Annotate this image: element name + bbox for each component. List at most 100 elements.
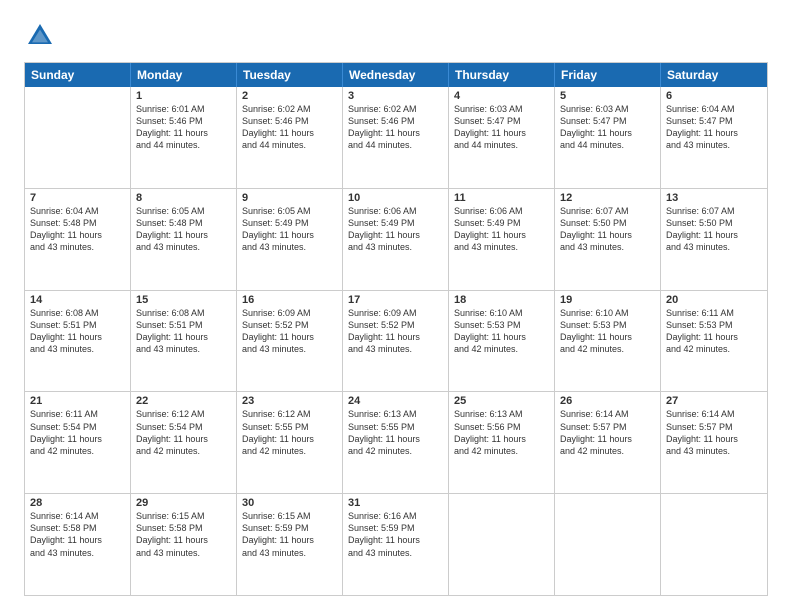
cell-info-line: and 43 minutes. [30,547,125,559]
cell-info-line: and 43 minutes. [348,241,443,253]
cell-info-line: Sunset: 5:54 PM [30,421,125,433]
cal-cell-4-4: 24Sunrise: 6:13 AMSunset: 5:55 PMDayligh… [343,392,449,493]
cell-info-line: Sunrise: 6:06 AM [348,205,443,217]
cal-cell-4-6: 26Sunrise: 6:14 AMSunset: 5:57 PMDayligh… [555,392,661,493]
cal-cell-4-7: 27Sunrise: 6:14 AMSunset: 5:57 PMDayligh… [661,392,767,493]
cell-info-line: Sunrise: 6:05 AM [242,205,337,217]
day-number: 21 [30,395,125,407]
cal-cell-5-5 [449,494,555,595]
cell-info-line: Sunset: 5:51 PM [136,319,231,331]
calendar-header-row: SundayMondayTuesdayWednesdayThursdayFrid… [25,63,767,87]
cell-info-line: Sunrise: 6:02 AM [348,103,443,115]
cell-info-line: Daylight: 11 hours [348,229,443,241]
cal-week-2: 7Sunrise: 6:04 AMSunset: 5:48 PMDaylight… [25,188,767,290]
cell-info-line: and 43 minutes. [666,445,762,457]
cell-info-line: Sunset: 5:54 PM [136,421,231,433]
cell-info-line: Daylight: 11 hours [136,433,231,445]
cell-info-line: Sunrise: 6:02 AM [242,103,337,115]
page: SundayMondayTuesdayWednesdayThursdayFrid… [0,0,792,612]
cell-info-line: Daylight: 11 hours [560,127,655,139]
cal-cell-5-6 [555,494,661,595]
cell-info-line: Sunset: 5:58 PM [136,522,231,534]
cell-info-line: Sunset: 5:48 PM [30,217,125,229]
cell-info-line: Sunset: 5:52 PM [348,319,443,331]
cal-header-friday: Friday [555,63,661,87]
day-number: 20 [666,294,762,306]
cell-info-line: Sunrise: 6:13 AM [454,408,549,420]
cal-cell-2-5: 11Sunrise: 6:06 AMSunset: 5:49 PMDayligh… [449,189,555,290]
cell-info-line: Daylight: 11 hours [666,331,762,343]
cal-cell-5-4: 31Sunrise: 6:16 AMSunset: 5:59 PMDayligh… [343,494,449,595]
cal-cell-5-2: 29Sunrise: 6:15 AMSunset: 5:58 PMDayligh… [131,494,237,595]
cell-info-line: Daylight: 11 hours [30,534,125,546]
cell-info-line: Sunset: 5:47 PM [454,115,549,127]
cal-cell-5-7 [661,494,767,595]
cal-cell-2-1: 7Sunrise: 6:04 AMSunset: 5:48 PMDaylight… [25,189,131,290]
cell-info-line: Sunrise: 6:04 AM [30,205,125,217]
cal-cell-1-1 [25,87,131,188]
cell-info-line: and 42 minutes. [454,343,549,355]
cell-info-line: Sunset: 5:50 PM [666,217,762,229]
day-number: 29 [136,497,231,509]
cell-info-line: Sunrise: 6:09 AM [242,307,337,319]
cell-info-line: Daylight: 11 hours [136,534,231,546]
cell-info-line: and 43 minutes. [348,343,443,355]
day-number: 18 [454,294,549,306]
day-number: 16 [242,294,337,306]
cal-header-wednesday: Wednesday [343,63,449,87]
cell-info-line: Daylight: 11 hours [348,433,443,445]
cell-info-line: Daylight: 11 hours [454,229,549,241]
day-number: 17 [348,294,443,306]
cell-info-line: Sunrise: 6:14 AM [666,408,762,420]
day-number: 4 [454,90,549,102]
cell-info-line: Sunset: 5:46 PM [136,115,231,127]
cell-info-line: Sunrise: 6:11 AM [666,307,762,319]
cell-info-line: and 43 minutes. [30,241,125,253]
cell-info-line: Sunset: 5:53 PM [454,319,549,331]
cell-info-line: Sunrise: 6:10 AM [454,307,549,319]
cal-cell-2-2: 8Sunrise: 6:05 AMSunset: 5:48 PMDaylight… [131,189,237,290]
cal-cell-4-5: 25Sunrise: 6:13 AMSunset: 5:56 PMDayligh… [449,392,555,493]
cell-info-line: Sunset: 5:53 PM [560,319,655,331]
cell-info-line: Daylight: 11 hours [560,331,655,343]
cell-info-line: Sunset: 5:55 PM [242,421,337,433]
cal-week-3: 14Sunrise: 6:08 AMSunset: 5:51 PMDayligh… [25,290,767,392]
cell-info-line: and 44 minutes. [560,139,655,151]
day-number: 14 [30,294,125,306]
cell-info-line: and 42 minutes. [666,343,762,355]
cell-info-line: Daylight: 11 hours [242,433,337,445]
cell-info-line: Sunrise: 6:15 AM [136,510,231,522]
cell-info-line: Sunset: 5:58 PM [30,522,125,534]
cell-info-line: Daylight: 11 hours [560,229,655,241]
cell-info-line: and 44 minutes. [454,139,549,151]
cell-info-line: Sunset: 5:59 PM [242,522,337,534]
day-number: 26 [560,395,655,407]
day-number: 10 [348,192,443,204]
day-number: 3 [348,90,443,102]
day-number: 31 [348,497,443,509]
cell-info-line: Daylight: 11 hours [136,229,231,241]
cell-info-line: and 43 minutes. [242,547,337,559]
cell-info-line: and 43 minutes. [666,139,762,151]
cal-cell-4-1: 21Sunrise: 6:11 AMSunset: 5:54 PMDayligh… [25,392,131,493]
cell-info-line: and 44 minutes. [348,139,443,151]
cell-info-line: Daylight: 11 hours [30,229,125,241]
cell-info-line: Sunrise: 6:07 AM [666,205,762,217]
day-number: 30 [242,497,337,509]
cal-header-sunday: Sunday [25,63,131,87]
cell-info-line: and 42 minutes. [242,445,337,457]
cal-cell-3-7: 20Sunrise: 6:11 AMSunset: 5:53 PMDayligh… [661,291,767,392]
cell-info-line: and 42 minutes. [136,445,231,457]
cal-cell-5-1: 28Sunrise: 6:14 AMSunset: 5:58 PMDayligh… [25,494,131,595]
cal-cell-4-3: 23Sunrise: 6:12 AMSunset: 5:55 PMDayligh… [237,392,343,493]
cal-cell-1-2: 1Sunrise: 6:01 AMSunset: 5:46 PMDaylight… [131,87,237,188]
day-number: 11 [454,192,549,204]
cell-info-line: and 42 minutes. [348,445,443,457]
cell-info-line: and 43 minutes. [666,241,762,253]
cell-info-line: Sunset: 5:50 PM [560,217,655,229]
cell-info-line: Sunset: 5:49 PM [348,217,443,229]
cell-info-line: Sunset: 5:47 PM [560,115,655,127]
cell-info-line: Sunrise: 6:05 AM [136,205,231,217]
cal-cell-4-2: 22Sunrise: 6:12 AMSunset: 5:54 PMDayligh… [131,392,237,493]
cell-info-line: and 44 minutes. [242,139,337,151]
